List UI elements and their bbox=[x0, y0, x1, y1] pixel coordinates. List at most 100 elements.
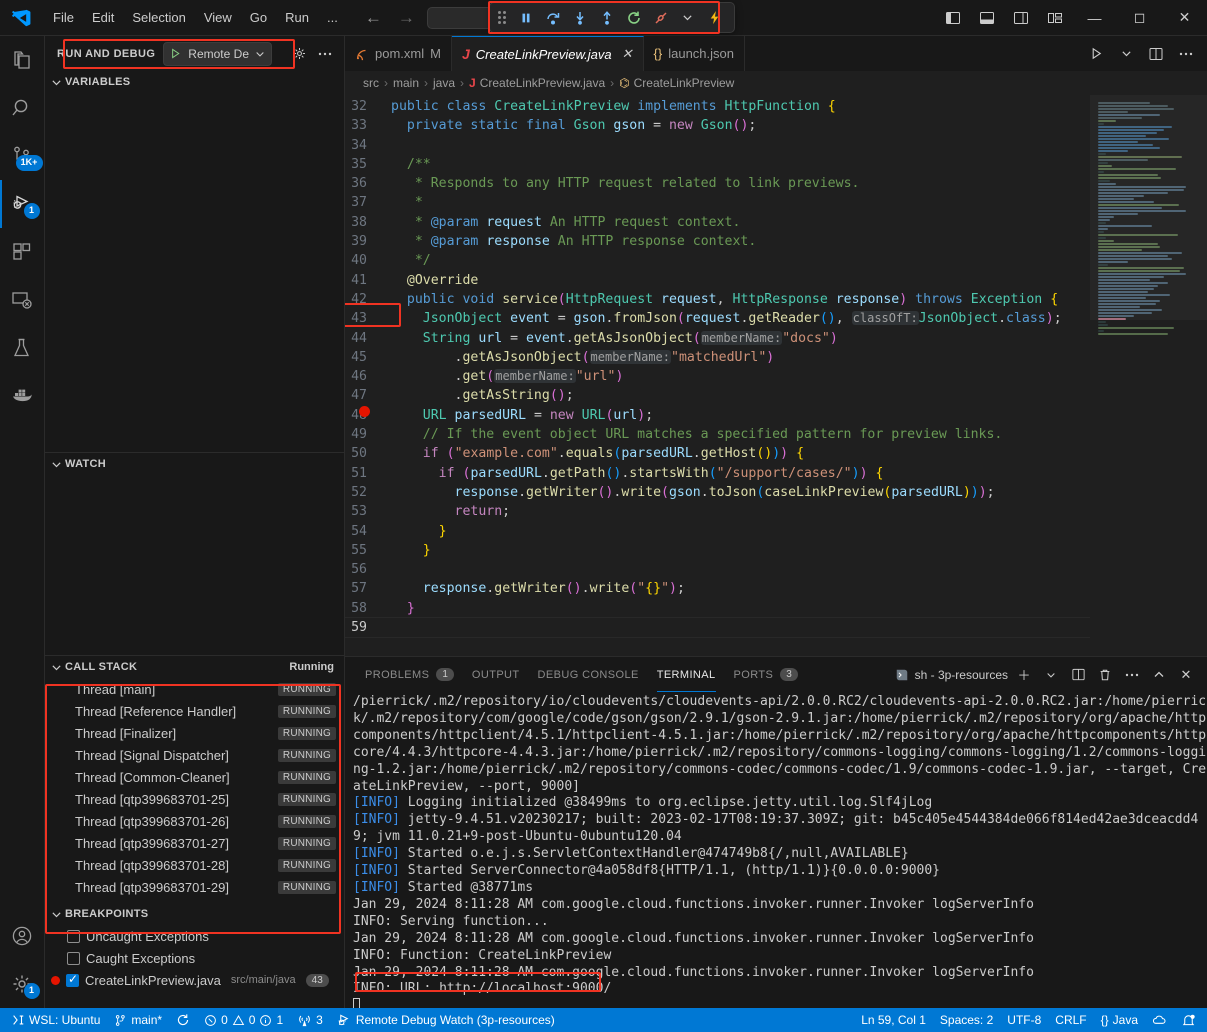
toggle-primary-sidebar-icon[interactable] bbox=[936, 1, 970, 35]
checkbox[interactable] bbox=[67, 952, 80, 965]
activity-docker[interactable] bbox=[0, 372, 45, 420]
menu-go[interactable]: Go bbox=[241, 6, 276, 29]
maximize-button[interactable]: ◻ bbox=[1117, 0, 1162, 35]
chevron-down-icon[interactable] bbox=[674, 5, 701, 30]
status-sync-changes[interactable] bbox=[169, 1008, 197, 1032]
restart-button[interactable] bbox=[620, 5, 647, 30]
activity-remote-explorer[interactable] bbox=[0, 276, 45, 324]
maximize-panel-icon[interactable] bbox=[1148, 664, 1170, 686]
list-item[interactable]: Thread [qtp399683701-25]RUNNING bbox=[45, 788, 344, 810]
status-remote-sync[interactable] bbox=[1145, 1008, 1174, 1032]
panel-more-actions[interactable] bbox=[1121, 664, 1143, 686]
breadcrumb-file[interactable]: CreateLinkPreview.java bbox=[480, 76, 605, 90]
activity-accounts[interactable] bbox=[0, 912, 45, 960]
tab-debug-console[interactable]: DEBUG CONSOLE bbox=[538, 657, 639, 692]
step-out-button[interactable] bbox=[593, 5, 620, 30]
close-panel-icon[interactable]: ✕ bbox=[1175, 664, 1197, 686]
minimize-button[interactable]: — bbox=[1072, 0, 1117, 35]
menu-more[interactable]: ... bbox=[318, 6, 347, 29]
drag-handle-icon[interactable] bbox=[498, 11, 508, 25]
tab-ports[interactable]: PORTS 3 bbox=[734, 657, 798, 692]
list-item[interactable]: Thread [Common-Cleaner]RUNNING bbox=[45, 766, 344, 788]
close-button[interactable]: ✕ bbox=[1162, 0, 1207, 35]
activity-extensions[interactable] bbox=[0, 228, 45, 276]
status-problems[interactable]: 0 0 1 bbox=[197, 1008, 290, 1032]
status-remote-indicator[interactable]: WSL: Ubuntu bbox=[4, 1008, 107, 1032]
activity-search[interactable] bbox=[0, 84, 45, 132]
lightning-icon[interactable] bbox=[701, 5, 728, 30]
status-editor-position[interactable]: Ln 59, Col 1 bbox=[854, 1008, 933, 1032]
list-item[interactable]: Thread [Reference Handler]RUNNING bbox=[45, 700, 344, 722]
step-into-button[interactable] bbox=[566, 5, 593, 30]
run-chevron-down-icon[interactable] bbox=[1113, 41, 1139, 67]
new-terminal-button[interactable]: ＋ bbox=[1013, 664, 1035, 686]
breadcrumb-main[interactable]: main bbox=[393, 76, 419, 90]
status-indentation[interactable]: Spaces: 2 bbox=[933, 1008, 1000, 1032]
list-item[interactable]: Uncaught Exceptions bbox=[45, 925, 344, 947]
disconnect-button[interactable] bbox=[647, 5, 674, 30]
go-back-icon[interactable]: ← bbox=[365, 9, 382, 26]
status-language-mode[interactable]: {} Java bbox=[1094, 1008, 1145, 1032]
status-encoding[interactable]: UTF-8 bbox=[1000, 1008, 1048, 1032]
go-forward-icon[interactable]: → bbox=[398, 9, 415, 26]
menu-edit[interactable]: Edit bbox=[83, 6, 123, 29]
terminal-tab-item[interactable]: sh - 3p-resources bbox=[895, 668, 1008, 682]
breakpoint-gutter-icon[interactable] bbox=[359, 406, 370, 417]
close-icon[interactable]: ✕ bbox=[622, 46, 633, 62]
activity-source-control[interactable]: 1K+ bbox=[0, 132, 45, 180]
list-item[interactable]: Thread [qtp399683701-29]RUNNING bbox=[45, 876, 344, 898]
menu-view[interactable]: View bbox=[195, 6, 241, 29]
variables-header[interactable]: VARIABLES bbox=[45, 71, 344, 93]
activity-manage-settings[interactable]: 1 bbox=[0, 960, 45, 1008]
minimap[interactable] bbox=[1090, 95, 1207, 656]
activity-explorer[interactable] bbox=[0, 36, 45, 84]
editor-more-actions[interactable] bbox=[1173, 41, 1199, 67]
menu-file[interactable]: File bbox=[44, 6, 83, 29]
activity-testing[interactable] bbox=[0, 324, 45, 372]
tab-problems[interactable]: PROBLEMS 1 bbox=[365, 657, 454, 692]
split-editor-icon[interactable] bbox=[1143, 41, 1169, 67]
terminal-output[interactable]: /pierrick/.m2/repository/io/cloudevents/… bbox=[345, 692, 1207, 1008]
tab-create-link-preview-java[interactable]: J CreateLinkPreview.java ✕ bbox=[452, 36, 644, 71]
list-item[interactable]: Caught Exceptions bbox=[45, 947, 344, 969]
launch-configuration-dropdown[interactable]: Remote De bbox=[163, 42, 272, 66]
checkbox[interactable] bbox=[67, 930, 80, 943]
tab-launch-json[interactable]: {} launch.json bbox=[644, 36, 745, 71]
call-stack-header[interactable]: CALL STACK Running bbox=[45, 656, 344, 678]
run-java-button[interactable] bbox=[1083, 41, 1109, 67]
list-item[interactable]: Thread [Finalizer]RUNNING bbox=[45, 722, 344, 744]
list-item[interactable]: Thread [qtp399683701-26]RUNNING bbox=[45, 810, 344, 832]
breakpoints-header[interactable]: BREAKPOINTS bbox=[45, 903, 344, 925]
customize-layout-icon[interactable] bbox=[1038, 1, 1072, 35]
status-ports[interactable]: 3 bbox=[290, 1008, 330, 1032]
open-launch-json-gear-icon[interactable] bbox=[288, 43, 310, 65]
status-eol[interactable]: CRLF bbox=[1048, 1008, 1093, 1032]
list-item[interactable]: CreateLinkPreview.java src/main/java 43 bbox=[45, 969, 344, 991]
list-item[interactable]: Thread [Signal Dispatcher]RUNNING bbox=[45, 744, 344, 766]
checkbox[interactable] bbox=[66, 974, 79, 987]
menu-run[interactable]: Run bbox=[276, 6, 318, 29]
split-terminal-button[interactable] bbox=[1067, 664, 1089, 686]
watch-header[interactable]: WATCH bbox=[45, 453, 344, 475]
list-item[interactable]: Thread [main]RUNNING bbox=[45, 678, 344, 700]
code-text-area[interactable]: 32public class CreateLinkPreview impleme… bbox=[345, 95, 1090, 656]
status-debug-session[interactable]: Remote Debug Watch (3p-resources) bbox=[330, 1008, 562, 1032]
breadcrumb-class[interactable]: CreateLinkPreview bbox=[634, 76, 735, 90]
breadcrumb-src[interactable]: src bbox=[363, 76, 379, 90]
activity-run-and-debug[interactable]: 1 bbox=[0, 180, 45, 228]
step-over-button[interactable] bbox=[539, 5, 566, 30]
terminal-chevron-down-icon[interactable] bbox=[1040, 664, 1062, 686]
kill-terminal-button[interactable] bbox=[1094, 664, 1116, 686]
list-item[interactable]: Thread [qtp399683701-27]RUNNING bbox=[45, 832, 344, 854]
menu-selection[interactable]: Selection bbox=[123, 6, 194, 29]
minimap-slider[interactable] bbox=[1090, 95, 1207, 320]
toggle-secondary-sidebar-icon[interactable] bbox=[1004, 1, 1038, 35]
code-editor[interactable]: 32public class CreateLinkPreview impleme… bbox=[345, 95, 1207, 656]
list-item[interactable]: Thread [qtp399683701-28]RUNNING bbox=[45, 854, 344, 876]
pause-button[interactable] bbox=[512, 5, 539, 30]
tab-pom-xml[interactable]: pom.xml M bbox=[345, 36, 452, 71]
status-notifications[interactable] bbox=[1174, 1008, 1203, 1032]
sidebar-more-actions[interactable] bbox=[314, 43, 336, 65]
toggle-panel-icon[interactable] bbox=[970, 1, 1004, 35]
status-git-branch[interactable]: main* bbox=[107, 1008, 169, 1032]
